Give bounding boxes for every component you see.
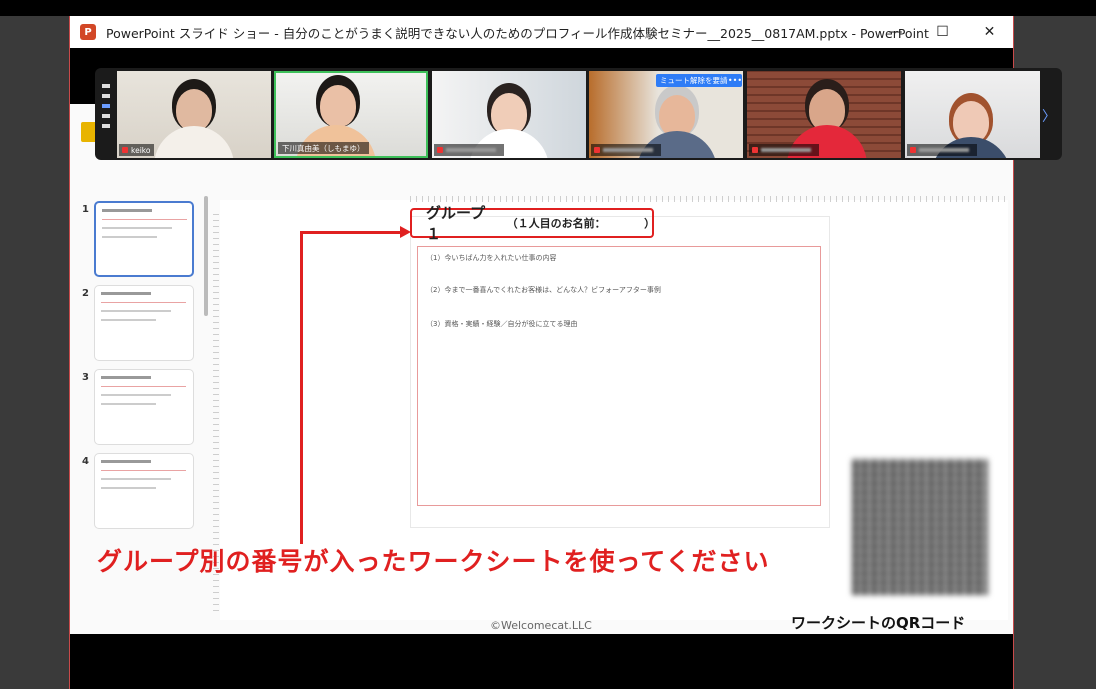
participant-name-tag	[434, 144, 504, 156]
thumb-number: 4	[82, 456, 89, 467]
participant-name-tag: keiko	[119, 144, 155, 156]
window-title: PowerPoint スライド ショー - 自分のことがうまく説明できない人のた…	[106, 25, 929, 41]
participant-name	[761, 148, 811, 152]
muted-mic-icon	[122, 147, 128, 153]
participant-tile-5[interactable]	[747, 71, 901, 158]
participant-tile-2[interactable]: 下川真由美（しもまゆ）	[274, 71, 428, 158]
instruction-caption: グループ別の番号が入ったワークシートを使ってください	[97, 547, 770, 576]
slide-thumbnail-3[interactable]	[94, 369, 194, 445]
window-bottom-area	[70, 634, 1013, 689]
question-3: （3）資格・実績・経験／自分が役に立てる理由	[426, 320, 578, 328]
participant-name-tag	[591, 144, 661, 156]
slide-thumbnail-4[interactable]	[94, 453, 194, 529]
view-toolbar[interactable]	[99, 78, 113, 152]
participant-name: 下川真由美（しもまゆ）	[282, 143, 365, 153]
minimize-button[interactable]: —	[872, 16, 919, 48]
participant-tile-6[interactable]	[905, 71, 1040, 158]
view-option-icon[interactable]	[102, 104, 110, 108]
view-option-icon[interactable]	[102, 94, 110, 98]
maximize-button[interactable]: ☐	[919, 16, 966, 48]
group-title-box: グループ１ （１人目のお名前： ）	[410, 204, 656, 243]
qr-code	[852, 459, 988, 595]
request-unmute-button[interactable]: ミュート解除を要請	[656, 74, 732, 87]
view-option-icon[interactable]	[102, 84, 110, 88]
thumbnail-scrollbar[interactable]	[204, 196, 208, 316]
close-button[interactable]: ✕	[966, 16, 1013, 48]
participant-video-strip: keiko 下川真由美（しもまゆ） ミュート解除を要請 ••• 〉	[95, 68, 1062, 160]
next-page-arrow-icon[interactable]: 〉	[1042, 106, 1056, 126]
screen-top-bar	[0, 0, 1096, 16]
thumb-number: 3	[82, 372, 89, 383]
participant-name	[919, 148, 969, 152]
muted-mic-icon	[910, 147, 916, 153]
participant-name: keiko	[131, 145, 151, 155]
shared-screen-area: 1 2 3 4 グループ１ （１人目のお名前： ） （1）今いちばん力を入れたい…	[70, 104, 1013, 634]
participant-name-tag	[907, 144, 977, 156]
arrow-line-horizontal	[300, 231, 400, 234]
participant-tile-1[interactable]: keiko	[117, 71, 271, 158]
participant-name-tag	[749, 144, 819, 156]
horizontal-ruler	[410, 196, 1010, 202]
more-options-button[interactable]: •••	[728, 74, 742, 87]
question-1: （1）今いちばん力を入れたい仕事の内容	[426, 254, 557, 262]
participant-name	[446, 148, 496, 152]
group-title: グループ１	[426, 204, 486, 243]
group-subtitle: （１人目のお名前： ）	[506, 217, 656, 230]
muted-mic-icon	[752, 147, 758, 153]
worksheet-box: （1）今いちばん力を入れたい仕事の内容 （2）今まで一番喜んでくれたお客様は、ど…	[417, 246, 821, 506]
title-bar: P PowerPoint スライド ショー - 自分のことがうまく説明できない人…	[70, 16, 1013, 48]
thumb-number: 2	[82, 288, 89, 299]
window-controls: — ☐ ✕	[872, 16, 1013, 48]
arrow-line-vertical	[300, 231, 303, 544]
thumb-number: 1	[82, 204, 89, 215]
powerpoint-icon: P	[80, 24, 96, 40]
slide-thumbnail-1[interactable]	[94, 201, 194, 277]
muted-mic-icon	[437, 147, 443, 153]
qr-code-label: ワークシートのQRコード	[791, 614, 966, 632]
participant-tile-3[interactable]	[432, 71, 586, 158]
slide-thumbnail-2[interactable]	[94, 285, 194, 361]
participant-name	[603, 148, 653, 152]
speaker-view-icon[interactable]	[102, 124, 110, 128]
copyright-text: ©Welcomecat.LLC	[490, 619, 592, 632]
muted-mic-icon	[594, 147, 600, 153]
grid-view-icon[interactable]	[102, 114, 110, 118]
arrow-head-icon	[400, 226, 411, 238]
question-2: （2）今まで一番喜んでくれたお客様は、どんな人？ビフォーアフター事例	[426, 286, 661, 294]
participant-name-tag: 下川真由美（しもまゆ）	[278, 142, 369, 154]
